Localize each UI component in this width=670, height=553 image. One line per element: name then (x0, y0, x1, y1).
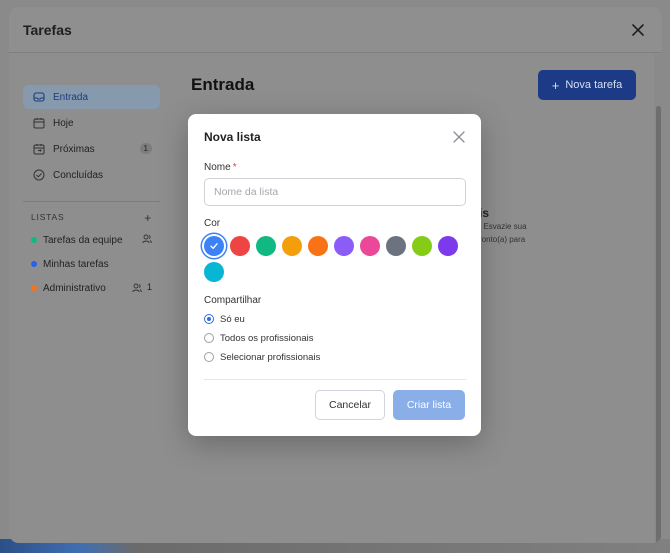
sidebar-item-entrada[interactable]: Entrada (23, 85, 160, 109)
check-circle-icon (33, 169, 45, 181)
dialog-divider (204, 379, 466, 380)
color-swatch-red[interactable] (230, 236, 250, 256)
close-icon[interactable] (453, 131, 465, 143)
window-close-button[interactable] (628, 20, 648, 40)
list-name-input[interactable] (204, 178, 466, 206)
color-swatch-lime[interactable] (412, 236, 432, 256)
check-icon (210, 243, 218, 249)
add-list-button[interactable]: + (144, 211, 152, 225)
empty-state-text: is . Esvazie sua ronto(a) para (479, 206, 527, 245)
list-label: Minhas tarefas (43, 258, 109, 270)
plus-icon: + (551, 77, 560, 93)
calendar-icon (33, 118, 45, 129)
page-title: Entrada (191, 75, 255, 94)
share-option-all-professionals[interactable]: Todos os profissionais (204, 331, 313, 345)
required-mark: * (232, 162, 237, 173)
color-swatch-gray[interactable] (386, 236, 406, 256)
sidebar-item-label: Entrada (53, 91, 89, 103)
calendar-next-icon (33, 144, 45, 155)
sidebar-item-concluidas[interactable]: Concluídas (23, 163, 160, 187)
color-swatch-violet[interactable] (334, 236, 354, 256)
color-swatch-cyan[interactable] (204, 262, 224, 282)
new-task-button[interactable]: + Nova tarefa (538, 70, 636, 100)
sidebar: Entrada Hoje Próximas 1 Concluídas LISTA… (23, 85, 160, 300)
share-option-select-professionals[interactable]: Selecionar profissionais (204, 350, 320, 364)
sidebar-list-tarefas-equipe[interactable]: Tarefas da equipe (23, 228, 160, 252)
color-swatch-blue[interactable] (204, 236, 224, 256)
sidebar-item-label: Hoje (53, 117, 74, 129)
scrollbar-thumb[interactable] (656, 106, 661, 543)
sidebar-item-label: Próximas (53, 143, 95, 155)
sidebar-list-administrativo[interactable]: Administrativo 1 (23, 276, 160, 300)
sidebar-item-hoje[interactable]: Hoje (23, 111, 160, 135)
sidebar-divider (23, 201, 160, 202)
list-color-dot (31, 261, 37, 267)
new-task-label: Nova tarefa (565, 79, 623, 91)
inbox-icon (33, 92, 45, 102)
share-option-only-me[interactable]: Só eu (204, 312, 245, 326)
list-label: Tarefas da equipe (43, 234, 123, 246)
radio-button[interactable] (204, 352, 214, 362)
list-count: 1 (146, 282, 152, 292)
create-list-button[interactable]: Criar lista (393, 390, 465, 420)
color-swatch-green[interactable] (256, 236, 276, 256)
radio-label: Só eu (220, 313, 245, 325)
sidebar-item-proximas[interactable]: Próximas 1 (23, 137, 160, 161)
window-title: Tarefas (23, 22, 72, 38)
color-swatch-pink[interactable] (360, 236, 380, 256)
shared-users-icon (142, 234, 152, 244)
radio-label: Selecionar profissionais (220, 351, 321, 363)
radio-label: Todos os profissionais (220, 332, 314, 344)
shared-users-icon (132, 283, 142, 293)
color-swatch-amber[interactable] (282, 236, 302, 256)
scrollbar[interactable] (654, 54, 662, 543)
list-color-dot (31, 237, 37, 243)
list-label: Administrativo (43, 282, 106, 294)
radio-button[interactable] (204, 314, 214, 324)
color-swatch-orange[interactable] (308, 236, 328, 256)
list-color-dot (31, 285, 37, 291)
lists-header: LISTAS + (31, 211, 152, 225)
color-label: Cor (204, 218, 221, 229)
count-badge: 1 (139, 143, 152, 154)
cancel-button[interactable]: Cancelar (315, 390, 385, 420)
new-list-dialog: Nova lista Nome* Cor Compartilhar Só eu … (188, 114, 481, 436)
color-swatch-purple[interactable] (438, 236, 458, 256)
radio-button[interactable] (204, 333, 214, 343)
dialog-title: Nova lista (204, 130, 261, 144)
sidebar-list-minhas-tarefas[interactable]: Minhas tarefas (23, 252, 160, 276)
window-header: Tarefas (9, 7, 662, 53)
sidebar-item-label: Concluídas (53, 169, 104, 181)
name-label: Nome * (204, 162, 237, 173)
close-icon (632, 24, 644, 36)
share-label: Compartilhar (204, 295, 262, 306)
